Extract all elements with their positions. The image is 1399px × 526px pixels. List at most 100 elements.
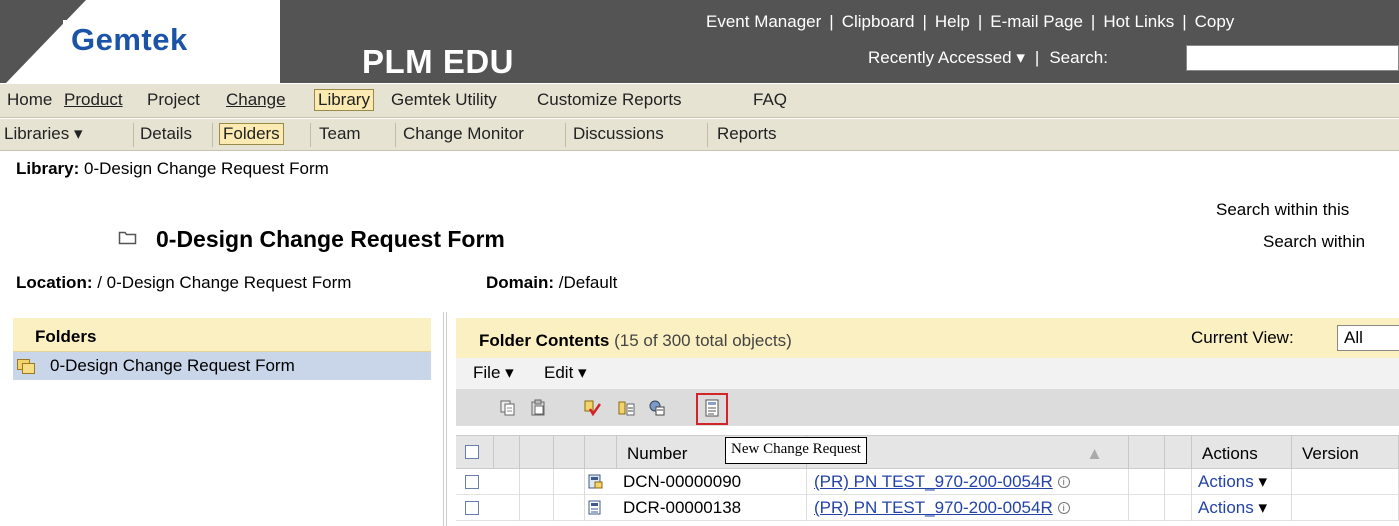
tab-libraries[interactable]: Libraries ▾ [4,124,82,144]
copy-icon[interactable] [499,399,517,417]
actions-label: Actions [1198,472,1254,491]
separator: | [1034,48,1040,67]
folder-contents-panel: Folder Contents (15 of 300 total objects… [456,318,1399,526]
object-link[interactable]: (PR) PN TEST_970-200-0054R [814,498,1053,517]
libraries-label: Libraries [4,124,70,143]
tab-reports[interactable]: Reports [717,124,777,144]
app-title: PLM EDU [362,43,514,80]
location-value: / 0-Design Change Request Form [97,273,352,292]
column-header[interactable] [1129,436,1165,468]
top-links: Event Manager | Clipboard | Help | E-mail Page… [706,12,1234,32]
location-line: Location: / 0-Design Change Request Form [16,273,351,293]
new-document-icon[interactable] [648,399,666,417]
folder-icon [118,231,137,245]
copy-link[interactable]: Copy [1195,12,1235,31]
actions-menu[interactable]: Actions ▾ [1198,498,1267,517]
tab-change-monitor[interactable]: Change Monitor [403,124,524,144]
table-cell [1165,495,1192,521]
column-header[interactable] [585,436,617,468]
caret-down-icon: ▾ [1016,48,1025,67]
search-within-this-link[interactable]: Search within this [1216,200,1349,220]
select-all-cell [456,436,494,468]
folders-header: Folders [13,318,431,352]
column-header[interactable] [494,436,520,468]
move-icon[interactable] [618,399,636,417]
tab-details[interactable]: Details [140,124,192,144]
column-header[interactable] [1165,436,1192,468]
actions-cell: Actions ▾ [1192,495,1292,521]
select-all-checkbox[interactable] [465,445,479,459]
caret-down-icon: ▾ [1258,472,1268,491]
separator: | [1182,12,1187,31]
table-row[interactable]: DCN-00000090 (PR) PN TEST_970-200-0054R i… [456,469,1399,495]
folder-contents-label: Folder Contents [479,331,610,350]
nav-gemtek-utility[interactable]: Gemtek Utility [391,90,497,110]
info-icon[interactable]: i [1057,502,1070,514]
separator: | [1090,12,1096,31]
folder-tree-item[interactable]: 0-Design Change Request Form [13,352,431,380]
panel-splitter[interactable] [443,312,447,526]
info-icon[interactable]: i [1057,476,1070,488]
column-header[interactable] [520,436,554,468]
library-context: Library: 0-Design Change Request Form [16,159,329,179]
divider [310,123,311,147]
table-cell [494,495,520,521]
object-link[interactable]: (PR) PN TEST_970-200-0054R [814,472,1053,491]
caret-down-icon: ▾ [505,363,514,382]
nav-project[interactable]: Project [147,90,200,110]
table-row[interactable]: DCR-00000138 (PR) PN TEST_970-200-0054R i… [456,495,1399,521]
edit-menu-label: Edit [544,363,574,382]
nav-change[interactable]: Change [226,90,286,110]
event-manager-link[interactable]: Event Manager [706,12,821,31]
divider [707,123,708,147]
new-change-request-icon[interactable] [703,399,721,417]
actions-cell: Actions ▾ [1192,469,1292,495]
search-within-link[interactable]: Search within [1263,232,1365,252]
tab-folders[interactable]: Folders [219,123,284,145]
tab-team[interactable]: Team [319,124,361,144]
table-cell [520,469,554,495]
page-title: 0-Design Change Request Form [156,226,505,252]
search-input[interactable] [1186,45,1399,71]
recently-accessed-menu[interactable]: Recently Accessed ▾ [868,48,1025,67]
tab-discussions[interactable]: Discussions [573,124,664,144]
tooltip-new-change-request: New Change Request [725,437,867,464]
change-notice-icon [588,474,603,489]
actions-menu[interactable]: Actions ▾ [1198,472,1267,491]
divider [212,123,213,147]
divider [395,123,396,147]
column-header[interactable] [554,436,585,468]
domain-line: Domain: /Default [486,273,617,293]
column-header-version[interactable]: Version [1292,436,1399,468]
file-menu-label: File [473,363,501,382]
caret-down-icon: ▾ [578,363,587,382]
hot-links-link[interactable]: Hot Links [1103,12,1174,31]
file-menu[interactable]: File ▾ [473,363,514,383]
current-view-label: Current View: [1191,328,1294,347]
edit-menu[interactable]: Edit ▾ [544,363,587,383]
table-cell [494,469,520,495]
column-header-actions[interactable]: Actions [1192,436,1292,468]
folder-contents-title: Folder Contents (15 of 300 total objects… [479,331,792,351]
version-cell [1292,469,1399,495]
main-nav: Home Product Project Change Library Gemt… [0,84,1399,118]
table-cell [520,495,554,521]
nav-customize-reports[interactable]: Customize Reports [537,90,682,110]
app-header: Gemtek PLM EDU Event Manager | Clipboard | H… [0,0,1399,83]
clipboard-link[interactable]: Clipboard [842,12,915,31]
row-checkbox[interactable] [465,475,479,489]
nav-faq[interactable]: FAQ [753,90,787,110]
checkout-icon[interactable] [583,399,602,417]
row-checkbox[interactable] [465,501,479,515]
current-view-select[interactable]: All [1337,325,1399,351]
nav-product[interactable]: Product [64,90,123,110]
nav-home[interactable]: Home [7,90,52,110]
table-header: Number ▲ Actions Version [456,435,1399,469]
gemtek-logo[interactable]: Gemtek [63,20,223,60]
help-link[interactable]: Help [935,12,970,31]
number-cell: DCR-00000138 [617,495,807,521]
sub-nav: Libraries ▾ Details Folders Team Change … [0,119,1399,151]
email-page-link[interactable]: E-mail Page [990,12,1083,31]
paste-icon[interactable] [529,399,547,417]
nav-library[interactable]: Library [314,89,374,111]
